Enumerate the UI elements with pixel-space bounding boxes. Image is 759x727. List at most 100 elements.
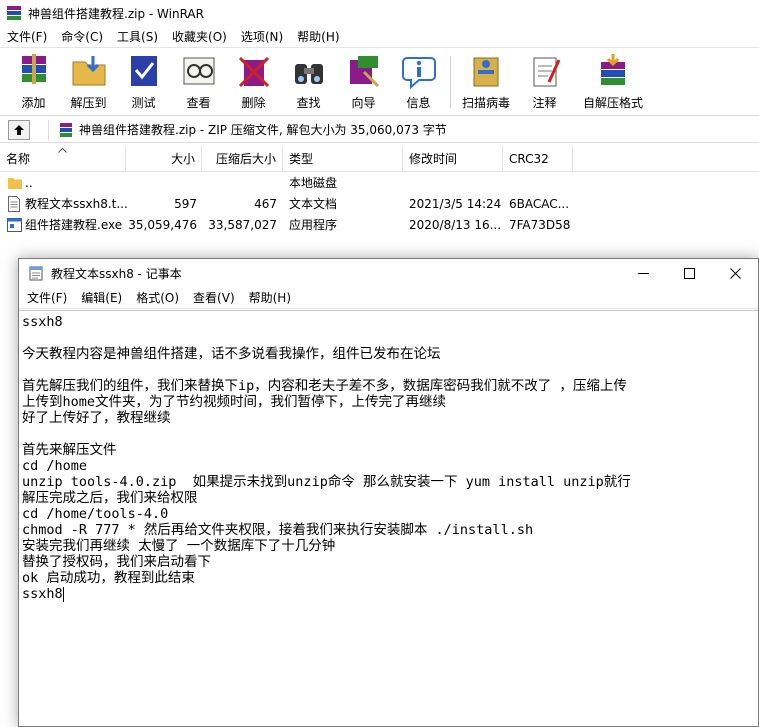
text-line: 替换了授权码，我们来启动看下 xyxy=(22,554,211,570)
np-menu-edit[interactable]: 编辑(E) xyxy=(74,289,129,306)
text-line: 首先来解压文件 xyxy=(22,442,117,458)
sfx-button[interactable]: 自解压格式 xyxy=(572,48,654,112)
virus-scan-icon xyxy=(473,57,499,87)
add-archive-icon xyxy=(21,54,46,84)
test-label: 测试 xyxy=(131,96,156,110)
text-caret xyxy=(62,587,64,602)
sfx-label: 自解压格式 xyxy=(582,96,643,110)
text-line: 首先解压我们的组件，我们来替换下ip，内容和老夫子差不多，数据库密码我们就不改了… xyxy=(22,378,627,394)
file-modified: 2020/8/13 16... xyxy=(409,218,502,232)
zip-archive-icon xyxy=(60,122,72,137)
toolbar-separator xyxy=(450,56,451,108)
file-crc: 7FA73D58 xyxy=(509,218,571,232)
find-button[interactable]: 查找 xyxy=(281,48,336,112)
np-menu-file[interactable]: 文件(F) xyxy=(20,289,74,306)
test-button[interactable]: 测试 xyxy=(116,48,171,112)
col-type[interactable]: 类型 xyxy=(283,146,403,172)
text-line: 解压完成之后，我们来给权限 xyxy=(22,490,198,506)
extract-to-label: 解压到 xyxy=(70,96,107,110)
text-line xyxy=(22,330,758,346)
up-folder-button[interactable] xyxy=(8,119,30,140)
file-name: .. xyxy=(25,176,33,190)
file-crc: 6BACAC... xyxy=(509,197,570,211)
add-button[interactable]: 添加 xyxy=(6,48,61,112)
text-line: unzip tools-4.0.zip 如果提示未找到unzip命令 那么就安装… xyxy=(22,474,631,490)
file-list-header: 名称 大小 压缩后大小 类型 修改时间 CRC32 xyxy=(0,146,759,172)
minimize-button[interactable] xyxy=(620,259,666,287)
comment-label: 注释 xyxy=(532,96,557,110)
text-file-icon xyxy=(8,196,20,212)
file-modified: 2021/3/5 14:24 xyxy=(409,197,502,211)
winrar-titlebar: 神兽组件搭建教程.zip - WinRAR xyxy=(0,0,759,26)
np-menu-format[interactable]: 格式(O) xyxy=(129,289,186,306)
col-size[interactable]: 大小 xyxy=(126,146,202,172)
winrar-app-icon xyxy=(7,6,21,20)
text-line xyxy=(22,362,758,378)
extract-to-icon xyxy=(72,56,105,86)
info-icon xyxy=(401,57,436,90)
notepad-app-icon xyxy=(29,266,43,281)
exe-file-icon xyxy=(7,218,22,232)
winrar-menubar: 文件(F) 命令(C) 工具(S) 收藏夹(O) 选项(N) 帮助(H) xyxy=(0,26,759,48)
text-line-last: ssxh8 xyxy=(22,586,758,602)
view-button[interactable]: 查看 xyxy=(171,48,226,112)
wizard-icon xyxy=(349,56,379,88)
notepad-menubar: 文件(F) 编辑(E) 格式(O) 查看(V) 帮助(H) xyxy=(19,287,758,309)
text-line: cd /home/tools-4.0 xyxy=(22,506,169,522)
text-line: 安装完我们再继续 太慢了 一个数据库下了十几分钟 xyxy=(22,538,336,554)
comment-icon xyxy=(533,57,560,87)
file-packed-size: 467 xyxy=(254,197,277,211)
menu-options[interactable]: 选项(N) xyxy=(234,28,290,45)
np-menu-help[interactable]: 帮助(H) xyxy=(242,289,298,306)
delete-button[interactable]: 删除 xyxy=(226,48,281,112)
delete-label: 删除 xyxy=(241,96,266,110)
file-size: 597 xyxy=(174,197,197,211)
menu-file[interactable]: 文件(F) xyxy=(0,28,54,45)
file-row-txt[interactable]: 教程文本ssxh8.t... 597 467 文本文档 2021/3/5 14:… xyxy=(0,194,759,215)
text-line: ssxh8 xyxy=(22,314,63,330)
extract-to-button[interactable]: 解压到 xyxy=(61,48,116,112)
text-line: cd /home xyxy=(22,458,88,474)
notepad-text-area[interactable]: ssxh8 今天教程内容是神兽组件搭建，话不多说看我操作，组件已发布在论坛 首先… xyxy=(19,310,758,727)
file-type: 应用程序 xyxy=(289,218,338,232)
notepad-titlebar[interactable]: 教程文本ssxh8 - 记事本 xyxy=(19,259,758,287)
close-icon xyxy=(729,267,741,279)
col-name-label: 名称 xyxy=(6,152,31,166)
archive-path-text: 神兽组件搭建教程.zip - ZIP 压缩文件, 解包大小为 35,060,07… xyxy=(79,123,447,137)
np-menu-view[interactable]: 查看(V) xyxy=(186,289,242,306)
menu-help[interactable]: 帮助(H) xyxy=(290,28,346,45)
file-row-parent[interactable]: .. 本地磁盘 xyxy=(0,173,759,194)
notepad-window: 教程文本ssxh8 - 记事本 文件(F) 编辑(E) 格式(O) 查看(V) … xyxy=(18,258,759,727)
file-row-exe[interactable]: 组件搭建教程.exe 35,059,476 33,587,027 应用程序 20… xyxy=(0,215,759,236)
text-line xyxy=(22,426,758,442)
text-line-last-content: ssxh8 xyxy=(22,586,63,602)
col-packed[interactable]: 压缩后大小 xyxy=(202,146,283,172)
minimize-icon xyxy=(637,272,649,274)
winrar-title: 神兽组件搭建教程.zip - WinRAR xyxy=(28,6,204,21)
col-name[interactable]: 名称 xyxy=(0,146,126,172)
address-bar: 神兽组件搭建教程.zip - ZIP 压缩文件, 解包大小为 35,060,07… xyxy=(0,117,759,143)
comment-button[interactable]: 注释 xyxy=(517,48,572,112)
menu-favorites[interactable]: 收藏夹(O) xyxy=(165,28,234,45)
view-label: 查看 xyxy=(186,96,211,110)
file-packed-size: 33,587,027 xyxy=(208,218,277,232)
menu-tools[interactable]: 工具(S) xyxy=(110,28,165,45)
col-crc[interactable]: CRC32 xyxy=(503,146,573,172)
wizard-button[interactable]: 向导 xyxy=(336,48,391,112)
col-modified[interactable]: 修改时间 xyxy=(403,146,503,172)
sort-asc-icon xyxy=(58,147,67,153)
file-type: 本地磁盘 xyxy=(289,176,338,190)
up-arrow-icon xyxy=(14,124,24,135)
menu-command[interactable]: 命令(C) xyxy=(54,28,110,45)
virus-scan-button[interactable]: 扫描病毒 xyxy=(455,48,517,112)
text-line: 今天教程内容是神兽组件搭建，话不多说看我操作，组件已发布在论坛 xyxy=(22,346,441,362)
find-label: 查找 xyxy=(296,96,321,110)
winrar-toolbar: 添加 解压到 测试 查看 删除 查找 向导 信息 扫描病毒 注释 自解压格式 xyxy=(0,48,759,116)
close-button[interactable] xyxy=(712,259,758,287)
info-button[interactable]: 信息 xyxy=(391,48,446,112)
text-line: chmod -R 777 * 然后再给文件夹权限，接着我们来执行安装脚本 ./i… xyxy=(22,522,534,538)
maximize-button[interactable] xyxy=(666,259,712,287)
test-icon xyxy=(130,56,157,86)
view-icon xyxy=(183,57,214,85)
notepad-title: 教程文本ssxh8 - 记事本 xyxy=(51,266,182,281)
